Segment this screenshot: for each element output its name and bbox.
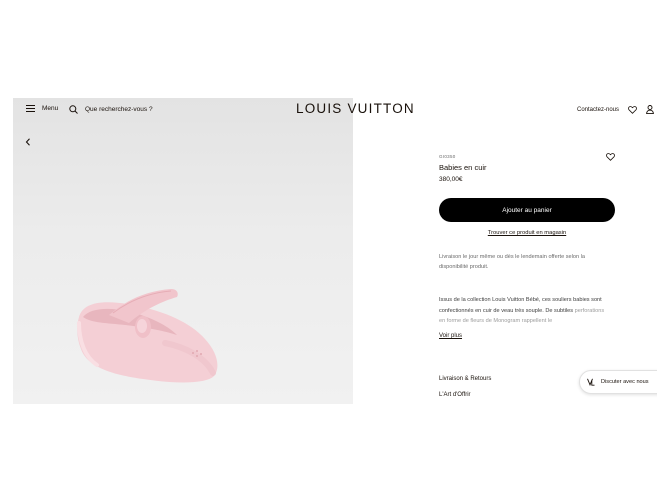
product-description: Issus de la collection Louis Vuitton Béb… [439, 295, 611, 327]
product-price: 380,00€ [439, 176, 463, 183]
art-of-gifting-link[interactable]: L'Art d'Offrir [439, 392, 471, 398]
brand-logo[interactable]: LOUIS VUITTON [296, 101, 415, 116]
add-to-cart-button[interactable]: Ajouter au panier [439, 198, 615, 222]
contact-link[interactable]: Contactez-nous [577, 107, 619, 113]
menu-button[interactable]: Menu [26, 105, 58, 112]
product-image-panel [13, 98, 353, 404]
site-header: Menu Que recherchez-vous ? LOUIS VUITTON… [13, 98, 657, 124]
product-page: Menu Que recherchez-vous ? LOUIS VUITTON… [13, 98, 657, 404]
chat-label: Discuter avec nous [601, 379, 649, 385]
search-label: Que recherchez-vous ? [85, 106, 153, 113]
menu-icon [26, 105, 35, 112]
heart-icon[interactable] [628, 106, 637, 114]
find-in-store-link[interactable]: Trouver ce produit en magasin [439, 230, 615, 236]
delivery-returns-link[interactable]: Livraison & Retours [439, 376, 491, 382]
chat-button[interactable]: Discuter avec nous [579, 370, 657, 394]
product-title: Babies en cuir [439, 163, 487, 172]
product-shoe-image [77, 289, 218, 383]
heart-icon[interactable] [606, 153, 615, 161]
see-more-link[interactable]: Voir plus [439, 333, 462, 339]
menu-label: Menu [42, 105, 59, 112]
delivery-info: Livraison le jour même ou dès le lendema… [439, 254, 586, 270]
user-icon[interactable] [646, 105, 654, 114]
search-icon [69, 105, 78, 114]
product-sku: GI0350 [439, 154, 456, 159]
chevron-left-icon[interactable] [25, 138, 31, 146]
search-button[interactable]: Que recherchez-vous ? [69, 105, 153, 114]
chat-monogram-icon [587, 378, 595, 386]
